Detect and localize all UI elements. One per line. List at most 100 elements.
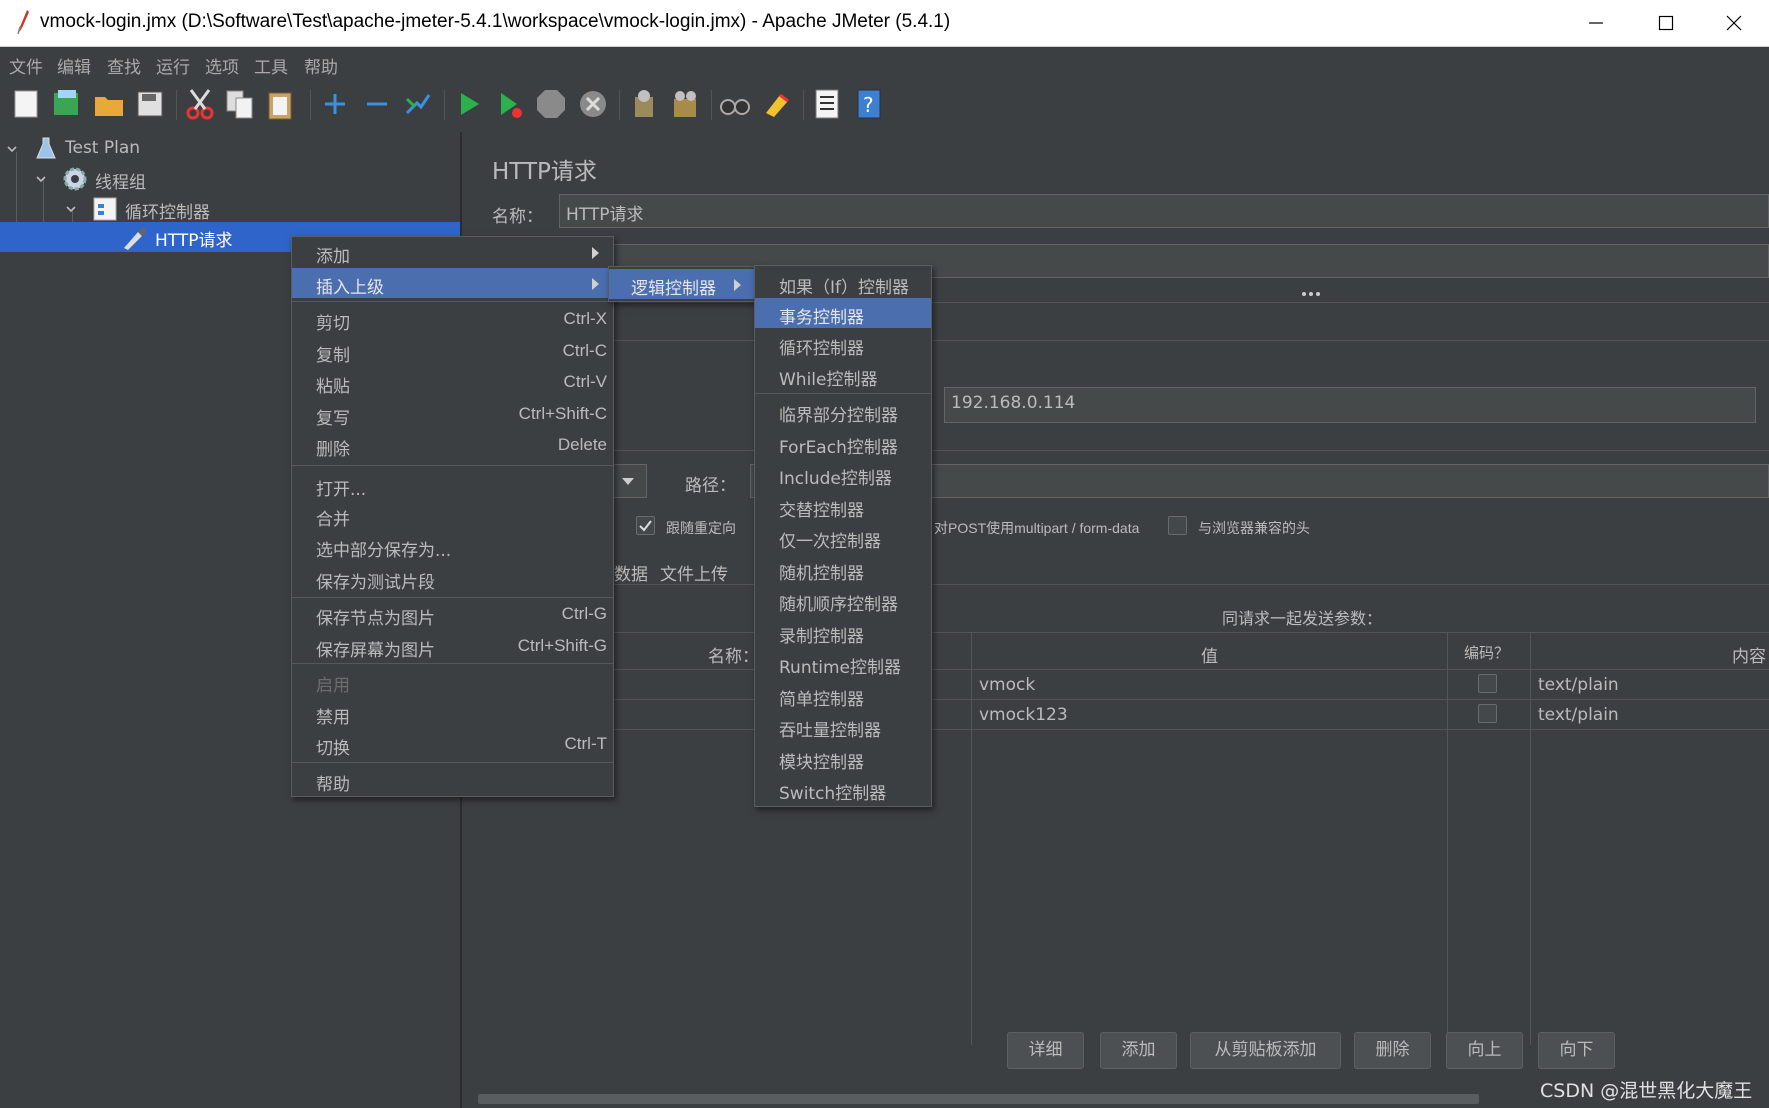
menu-item-duplicate[interactable]: 复写 Ctrl+Shift-C bbox=[292, 399, 613, 429]
menu-item-recording-controller[interactable]: 录制控制器 bbox=[755, 617, 931, 647]
menu-item-if-controller[interactable]: 如果（If）控制器 bbox=[755, 268, 931, 298]
save-icon[interactable] bbox=[133, 87, 167, 121]
menu-edit[interactable]: 编辑 bbox=[57, 53, 91, 78]
collapse-all-icon[interactable] bbox=[360, 87, 394, 121]
move-up-button[interactable]: 向上 bbox=[1446, 1032, 1523, 1069]
menu-item-copy[interactable]: 复制 Ctrl-C bbox=[292, 336, 613, 366]
cut-icon[interactable] bbox=[183, 87, 217, 121]
name-field[interactable]: HTTP请求 bbox=[559, 194, 1769, 228]
browser-headers-label: 与浏览器兼容的头 bbox=[1198, 521, 1310, 537]
menu-item-include-controller[interactable]: Include控制器 bbox=[755, 459, 931, 489]
follow-redirects-checkbox[interactable] bbox=[636, 516, 655, 535]
params-title: 同请求一起发送参数： bbox=[1222, 609, 1383, 628]
menu-item-save-node-image[interactable]: 保存节点为图片 Ctrl-G bbox=[292, 599, 613, 629]
menu-item-throughput-controller[interactable]: 吞吐量控制器 bbox=[755, 711, 931, 741]
menu-item-loop-controller[interactable]: 循环控制器 bbox=[755, 329, 931, 359]
check-icon bbox=[639, 520, 652, 532]
table-row[interactable]: vmock text/plain bbox=[474, 670, 1769, 700]
menu-item-open[interactable]: 打开... bbox=[292, 470, 613, 500]
menu-item-logic-controller[interactable]: 逻辑控制器 bbox=[609, 269, 755, 299]
menu-item-once-only-controller[interactable]: 仅一次控制器 bbox=[755, 522, 931, 552]
encode-checkbox[interactable] bbox=[1478, 704, 1497, 723]
menu-item-insert-parent[interactable]: 插入上级 bbox=[292, 268, 613, 298]
menu-item-switch-controller[interactable]: Switch控制器 bbox=[755, 774, 931, 804]
tree-item-test-plan[interactable]: Test Plan bbox=[0, 134, 460, 164]
menu-item-delete[interactable]: 删除 Delete bbox=[292, 430, 613, 460]
name-label: 名称： bbox=[492, 207, 543, 227]
menu-item-cut[interactable]: 剪切 Ctrl-X bbox=[292, 304, 613, 334]
reset-search-icon[interactable] bbox=[760, 87, 794, 121]
tree-item-label: Test Plan bbox=[65, 138, 141, 158]
minimize-button[interactable] bbox=[1561, 0, 1631, 47]
menu-item-interleave-controller[interactable]: 交替控制器 bbox=[755, 491, 931, 521]
start-icon[interactable] bbox=[452, 87, 486, 121]
delete-button[interactable]: 删除 bbox=[1354, 1032, 1431, 1069]
close-button[interactable] bbox=[1699, 0, 1769, 47]
menu-file[interactable]: 文件 bbox=[9, 53, 43, 78]
menu-item-runtime-controller[interactable]: Runtime控制器 bbox=[755, 648, 931, 678]
pipette-icon bbox=[124, 227, 146, 250]
menu-item-merge[interactable]: 合并 bbox=[292, 500, 613, 530]
stop-icon[interactable] bbox=[534, 87, 568, 121]
chevron-down-icon[interactable] bbox=[66, 204, 76, 214]
menu-item-foreach-controller[interactable]: ForEach控制器 bbox=[755, 428, 931, 458]
tree-item-loop-controller[interactable]: 循环控制器 bbox=[0, 194, 460, 224]
help-icon[interactable]: ? bbox=[852, 87, 886, 121]
menu-item-simple-controller[interactable]: 简单控制器 bbox=[755, 680, 931, 710]
menu-item-save-selection[interactable]: 选中部分保存为... bbox=[292, 531, 613, 561]
maximize-button[interactable] bbox=[1631, 0, 1701, 47]
tab-file-upload[interactable]: 文件上传 bbox=[660, 560, 728, 585]
browser-headers-checkbox[interactable] bbox=[1168, 516, 1187, 535]
toggle-icon[interactable] bbox=[401, 87, 435, 121]
drag-handle-icon[interactable] bbox=[1301, 291, 1321, 297]
function-helper-icon[interactable] bbox=[810, 87, 844, 121]
new-icon[interactable] bbox=[10, 87, 44, 121]
add-from-clipboard-button[interactable]: 从剪贴板添加 bbox=[1190, 1032, 1341, 1069]
flask-icon bbox=[36, 137, 56, 159]
move-down-button[interactable]: 向下 bbox=[1538, 1032, 1615, 1069]
menu-search[interactable]: 查找 bbox=[107, 53, 141, 78]
menu-tools[interactable]: 工具 bbox=[254, 53, 288, 78]
shutdown-icon[interactable] bbox=[576, 87, 610, 121]
menu-help[interactable]: 帮助 bbox=[304, 53, 338, 78]
menu-item-transaction-controller[interactable]: 事务控制器 bbox=[755, 298, 931, 328]
horizontal-scrollbar[interactable] bbox=[478, 1094, 1479, 1104]
menu-item-save-fragment[interactable]: 保存为测试片段 bbox=[292, 563, 613, 593]
minimize-icon bbox=[1589, 22, 1603, 24]
menu-item-paste[interactable]: 粘贴 Ctrl-V bbox=[292, 367, 613, 397]
menu-item-while-controller[interactable]: While控制器 bbox=[755, 360, 931, 390]
maximize-icon bbox=[1658, 15, 1674, 31]
menu-item-save-screen-image[interactable]: 保存屏幕为图片 Ctrl+Shift-G bbox=[292, 631, 613, 661]
clear-all-icon[interactable] bbox=[668, 87, 702, 121]
table-row[interactable]: vmock123 text/plain bbox=[474, 700, 1769, 730]
menu-item-module-controller[interactable]: 模块控制器 bbox=[755, 743, 931, 773]
menu-item-critical-section-controller[interactable]: 临界部分控制器 bbox=[755, 396, 931, 426]
menu-item-help[interactable]: 帮助 bbox=[292, 765, 613, 795]
encode-checkbox[interactable] bbox=[1478, 674, 1497, 693]
chevron-down-icon[interactable] bbox=[36, 174, 46, 184]
menu-item-disable[interactable]: 禁用 bbox=[292, 698, 613, 728]
column-content: 内容 bbox=[1732, 647, 1766, 667]
menu-run[interactable]: 运行 bbox=[156, 53, 190, 78]
menu-item-random-order-controller[interactable]: 随机顺序控制器 bbox=[755, 585, 931, 615]
add-button[interactable]: 添加 bbox=[1100, 1032, 1177, 1069]
tree-item-thread-group[interactable]: 线程组 bbox=[0, 164, 460, 194]
menu-options[interactable]: 选项 bbox=[205, 53, 239, 78]
search-icon[interactable] bbox=[718, 87, 752, 121]
menu-item-add[interactable]: 添加 bbox=[292, 237, 613, 267]
server-field[interactable]: 192.168.0.114 bbox=[944, 387, 1756, 423]
open-icon[interactable] bbox=[92, 87, 126, 121]
method-dropdown[interactable] bbox=[609, 464, 647, 498]
expand-all-icon[interactable] bbox=[318, 87, 352, 121]
copy-icon[interactable] bbox=[223, 87, 257, 121]
templates-icon[interactable] bbox=[50, 87, 84, 121]
clear-icon[interactable] bbox=[627, 87, 661, 121]
tree-item-label: 循环控制器 bbox=[125, 203, 210, 223]
menu-item-toggle[interactable]: 切换 Ctrl-T bbox=[292, 729, 613, 759]
detail-button[interactable]: 详细 bbox=[1007, 1032, 1084, 1069]
tab-parameters[interactable]: 数据 bbox=[614, 560, 648, 585]
menu-item-random-controller[interactable]: 随机控制器 bbox=[755, 554, 931, 584]
start-no-pauses-icon[interactable] bbox=[493, 87, 527, 121]
chevron-down-icon[interactable] bbox=[7, 144, 17, 154]
paste-icon[interactable] bbox=[263, 87, 297, 121]
